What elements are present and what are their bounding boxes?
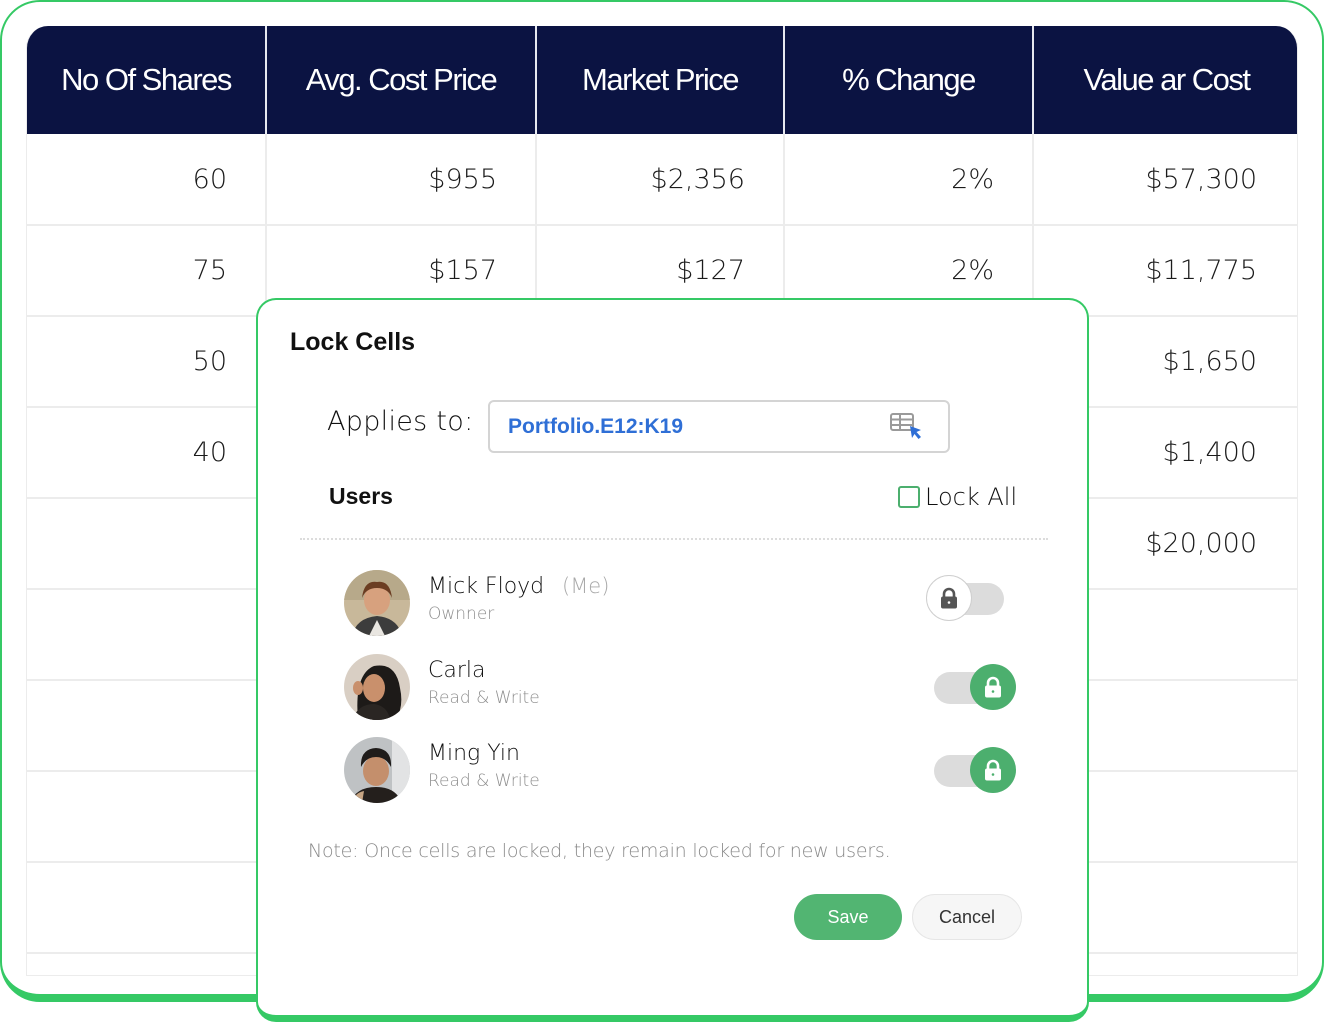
save-button[interactable]: Save [794, 894, 902, 940]
user-row: Carla Read & Write [344, 654, 1024, 720]
table-cell[interactable]: 60 [27, 134, 267, 226]
table-cell[interactable]: $2,356 [536, 134, 785, 226]
avatar [344, 570, 410, 636]
table-cell[interactable] [27, 771, 267, 863]
me-tag: (Me) [562, 574, 610, 598]
table-cell[interactable]: 50 [27, 316, 267, 408]
user-role: Read & Write [428, 771, 540, 791]
user-name: Carla [428, 658, 486, 683]
user-row: Ming Yin Read & Write [344, 737, 1024, 803]
lock-toggle-ming-yin[interactable] [928, 747, 1016, 793]
lock-icon [941, 587, 957, 609]
lock-icon [985, 676, 1001, 698]
applies-to-label: Applies to: [327, 406, 474, 437]
lock-all-label: Lock All [925, 483, 1018, 511]
column-header-shares[interactable]: No Of Shares [27, 26, 267, 134]
range-input[interactable]: Portfolio.E12:K19 [488, 400, 950, 453]
user-name: Ming Yin [428, 741, 520, 766]
user-role: Ownner [428, 604, 495, 624]
lock-icon [985, 759, 1001, 781]
cancel-button[interactable]: Cancel [912, 894, 1022, 940]
select-range-icon[interactable] [890, 412, 924, 442]
lock-note: Note: Once cells are locked, they remain… [308, 840, 891, 862]
table-cell[interactable]: 75 [27, 225, 267, 317]
dialog-title: Lock Cells [290, 328, 416, 356]
table-cell[interactable] [27, 589, 267, 681]
table-row: 60 $955 $2,356 2% $57,300 [27, 134, 1297, 226]
table-cell[interactable] [27, 680, 267, 772]
lock-toggle-carla[interactable] [928, 664, 1016, 710]
users-section-label: Users [329, 483, 393, 509]
avatar [344, 737, 410, 803]
table-cell[interactable]: 2% [784, 134, 1034, 226]
table-cell[interactable]: $57,300 [1033, 134, 1297, 226]
table-cell[interactable] [27, 862, 267, 954]
avatar [344, 654, 410, 720]
table-cell[interactable]: $955 [266, 134, 537, 226]
range-value: Portfolio.E12:K19 [508, 414, 684, 438]
table-cell[interactable]: 40 [27, 407, 267, 499]
column-header-change[interactable]: % Change [784, 26, 1034, 134]
checkbox-box[interactable] [898, 486, 920, 508]
user-name: Mick Floyd [428, 574, 545, 599]
column-header-value-cost[interactable]: Value ar Cost [1033, 26, 1297, 134]
user-role: Read & Write [428, 688, 540, 708]
lock-toggle-mick-floyd[interactable] [926, 575, 1014, 621]
header-row: No Of Shares Avg. Cost Price Market Pric… [27, 26, 1297, 134]
column-header-market-price[interactable]: Market Price [536, 26, 785, 134]
table-cell[interactable] [27, 498, 267, 590]
column-header-avg-cost[interactable]: Avg. Cost Price [266, 26, 537, 134]
lock-cells-dialog: Lock Cells Applies to: Portfolio.E12:K19… [256, 298, 1089, 1022]
dotted-divider [300, 538, 1048, 540]
lock-all-checkbox[interactable]: Lock All [898, 483, 1017, 511]
user-row: Mick Floyd (Me) Ownner [344, 570, 1024, 636]
